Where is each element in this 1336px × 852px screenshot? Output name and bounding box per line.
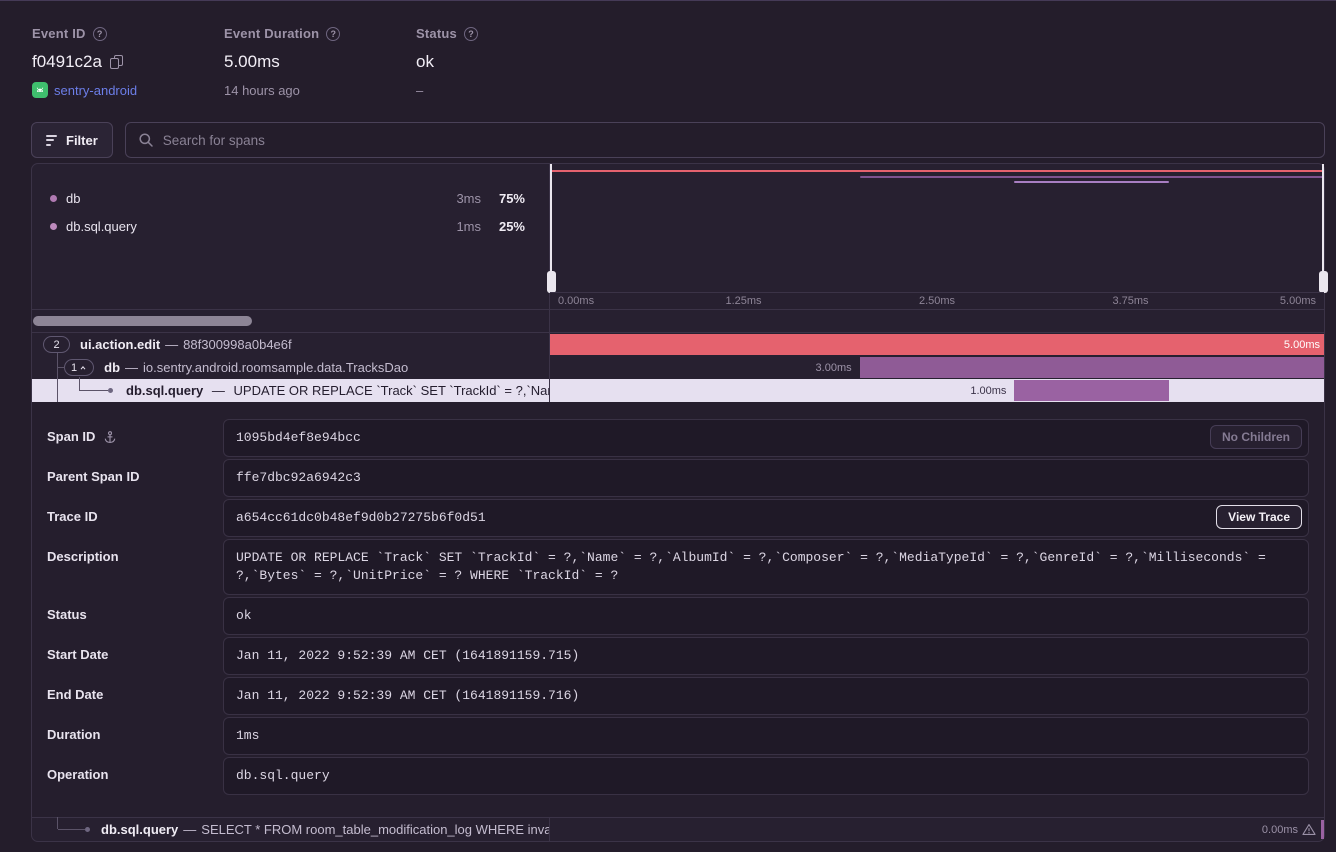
- time-axis: 0.00ms 1.25ms 2.50ms 3.75ms 5.00ms: [550, 292, 1324, 309]
- status-value-box: ok: [223, 597, 1309, 635]
- span-row-db-sql-query-select[interactable]: db.sql.query — SELECT * FROM room_table_…: [32, 817, 1324, 841]
- event-duration-label: Event Duration: [224, 26, 319, 41]
- span-row-ui-action-edit[interactable]: 2 ui.action.edit — 88f300998a0b4e6f 5.00…: [32, 333, 1324, 356]
- span-bar-query[interactable]: [1014, 380, 1169, 401]
- detail-row-end-date: End Date Jan 11, 2022 9:52:39 AM CET (16…: [32, 677, 1324, 715]
- status-sub: –: [416, 83, 423, 98]
- axis-tick: 0.00ms: [558, 295, 594, 307]
- span-search[interactable]: [125, 122, 1325, 158]
- detail-row-parent-span-id: Parent Span ID ffe7dbc92a6942c3: [32, 459, 1324, 497]
- trace-minimap[interactable]: 0.00ms 1.25ms 2.50ms 3.75ms 5.00ms: [550, 164, 1324, 309]
- tree-connector: [80, 390, 108, 391]
- span-id-value: 1095bd4ef8e94bcc No Children: [223, 419, 1309, 457]
- tree-connector: [58, 367, 65, 368]
- tree-connector-dot: [85, 827, 90, 832]
- legend-row-db-sql-query[interactable]: db.sql.query 1ms 25%: [32, 212, 549, 240]
- tree-scrollbar-strip: [32, 310, 1324, 333]
- axis-tick: 2.50ms: [919, 295, 955, 307]
- legend-dot-icon: [50, 195, 57, 202]
- view-trace-button[interactable]: View Trace: [1216, 505, 1302, 529]
- children-count-badge[interactable]: 2: [43, 336, 70, 353]
- minimap-span-query: [1014, 181, 1169, 183]
- project-link[interactable]: sentry-android: [54, 83, 137, 98]
- axis-tick: 5.00ms: [1280, 295, 1316, 307]
- tree-connector-dot: [108, 388, 113, 393]
- legend-row-db[interactable]: db 3ms 75%: [32, 184, 549, 212]
- span-bar-tiny[interactable]: [1321, 820, 1324, 839]
- span-detail-panel: Span ID 1095bd4ef8e94bcc No Children Par…: [32, 402, 1324, 817]
- minimap-section: db 3ms 75% db.sql.query 1ms 25% 0.00ms 1…: [32, 164, 1324, 310]
- start-date-value: Jan 11, 2022 9:52:39 AM CET (1641891159.…: [223, 637, 1309, 675]
- autogroup-badge[interactable]: 1: [64, 359, 94, 376]
- event-id-value: f0491c2a: [32, 52, 102, 72]
- chevron-up-icon: [79, 364, 87, 372]
- ops-breakdown: db 3ms 75% db.sql.query 1ms 25%: [32, 164, 550, 309]
- tree-connector: [79, 377, 80, 391]
- span-toolbar: Filter: [31, 122, 1325, 158]
- duration-value: 1ms: [223, 717, 1309, 755]
- legend-dot-icon: [50, 223, 57, 230]
- event-duration-column: Event Duration 5.00ms 14 hours ago: [224, 25, 416, 99]
- event-id-label: Event ID: [32, 26, 86, 41]
- minimap-span-root: [550, 170, 1324, 172]
- detail-row-trace-id: Trace ID a654cc61dc0b48ef9d0b27275b6f0d5…: [32, 499, 1324, 537]
- detail-row-description: Description UPDATE OR REPLACE `Track` SE…: [32, 539, 1324, 595]
- parent-span-id-value: ffe7dbc92a6942c3: [223, 459, 1309, 497]
- status-value: ok: [416, 52, 434, 72]
- axis-tick: 3.75ms: [1112, 295, 1148, 307]
- question-icon[interactable]: [464, 27, 478, 41]
- end-date-value: Jan 11, 2022 9:52:39 AM CET (1641891159.…: [223, 677, 1309, 715]
- event-age: 14 hours ago: [224, 83, 300, 98]
- detail-row-start-date: Start Date Jan 11, 2022 9:52:39 AM CET (…: [32, 637, 1324, 675]
- detail-row-status: Status ok: [32, 597, 1324, 635]
- description-value: UPDATE OR REPLACE `Track` SET `TrackId` …: [223, 539, 1309, 595]
- status-column: Status ok –: [416, 25, 608, 99]
- span-tree: 2 ui.action.edit — 88f300998a0b4e6f 5.00…: [32, 333, 1324, 402]
- detail-row-duration: Duration 1ms: [32, 717, 1324, 755]
- filter-icon: [46, 135, 57, 146]
- search-input[interactable]: [163, 133, 1312, 148]
- span-bar-root[interactable]: 5.00ms: [550, 334, 1324, 355]
- minimap-span-db: [860, 176, 1324, 178]
- event-header: Event ID f0491c2a sentry-android Event D…: [32, 25, 608, 99]
- no-children-button[interactable]: No Children: [1210, 425, 1302, 449]
- anchor-permalink-icon[interactable]: [103, 430, 117, 445]
- detail-row-operation: Operation db.sql.query: [32, 757, 1324, 795]
- operation-value: db.sql.query: [223, 757, 1309, 795]
- android-project-icon: [32, 82, 48, 98]
- event-id-column: Event ID f0491c2a sentry-android: [32, 25, 224, 99]
- copy-icon[interactable]: [110, 55, 124, 70]
- detail-row-span-id: Span ID 1095bd4ef8e94bcc No Children: [32, 419, 1324, 457]
- trace-view: db 3ms 75% db.sql.query 1ms 25% 0.00ms 1…: [31, 163, 1325, 842]
- filter-button[interactable]: Filter: [31, 122, 113, 158]
- search-icon: [138, 132, 154, 148]
- axis-tick: 1.25ms: [725, 295, 761, 307]
- minimap-handle-left[interactable]: [550, 164, 552, 293]
- trace-id-value: a654cc61dc0b48ef9d0b27275b6f0d51 View Tr…: [223, 499, 1309, 537]
- event-duration-value: 5.00ms: [224, 52, 280, 72]
- warning-icon: [1302, 823, 1316, 836]
- horizontal-scrollbar-thumb[interactable]: [33, 316, 252, 326]
- minimap-handle-right[interactable]: [1322, 164, 1324, 293]
- span-bar-db[interactable]: [860, 357, 1324, 378]
- question-icon[interactable]: [93, 27, 107, 41]
- tree-connector: [58, 829, 85, 830]
- span-row-db[interactable]: 1 db — io.sentry.android.roomsample.data…: [32, 356, 1324, 379]
- span-row-db-sql-query-selected[interactable]: db.sql.query — UPDATE OR REPLACE `Track`…: [32, 379, 1324, 402]
- status-label: Status: [416, 26, 457, 41]
- question-icon[interactable]: [326, 27, 340, 41]
